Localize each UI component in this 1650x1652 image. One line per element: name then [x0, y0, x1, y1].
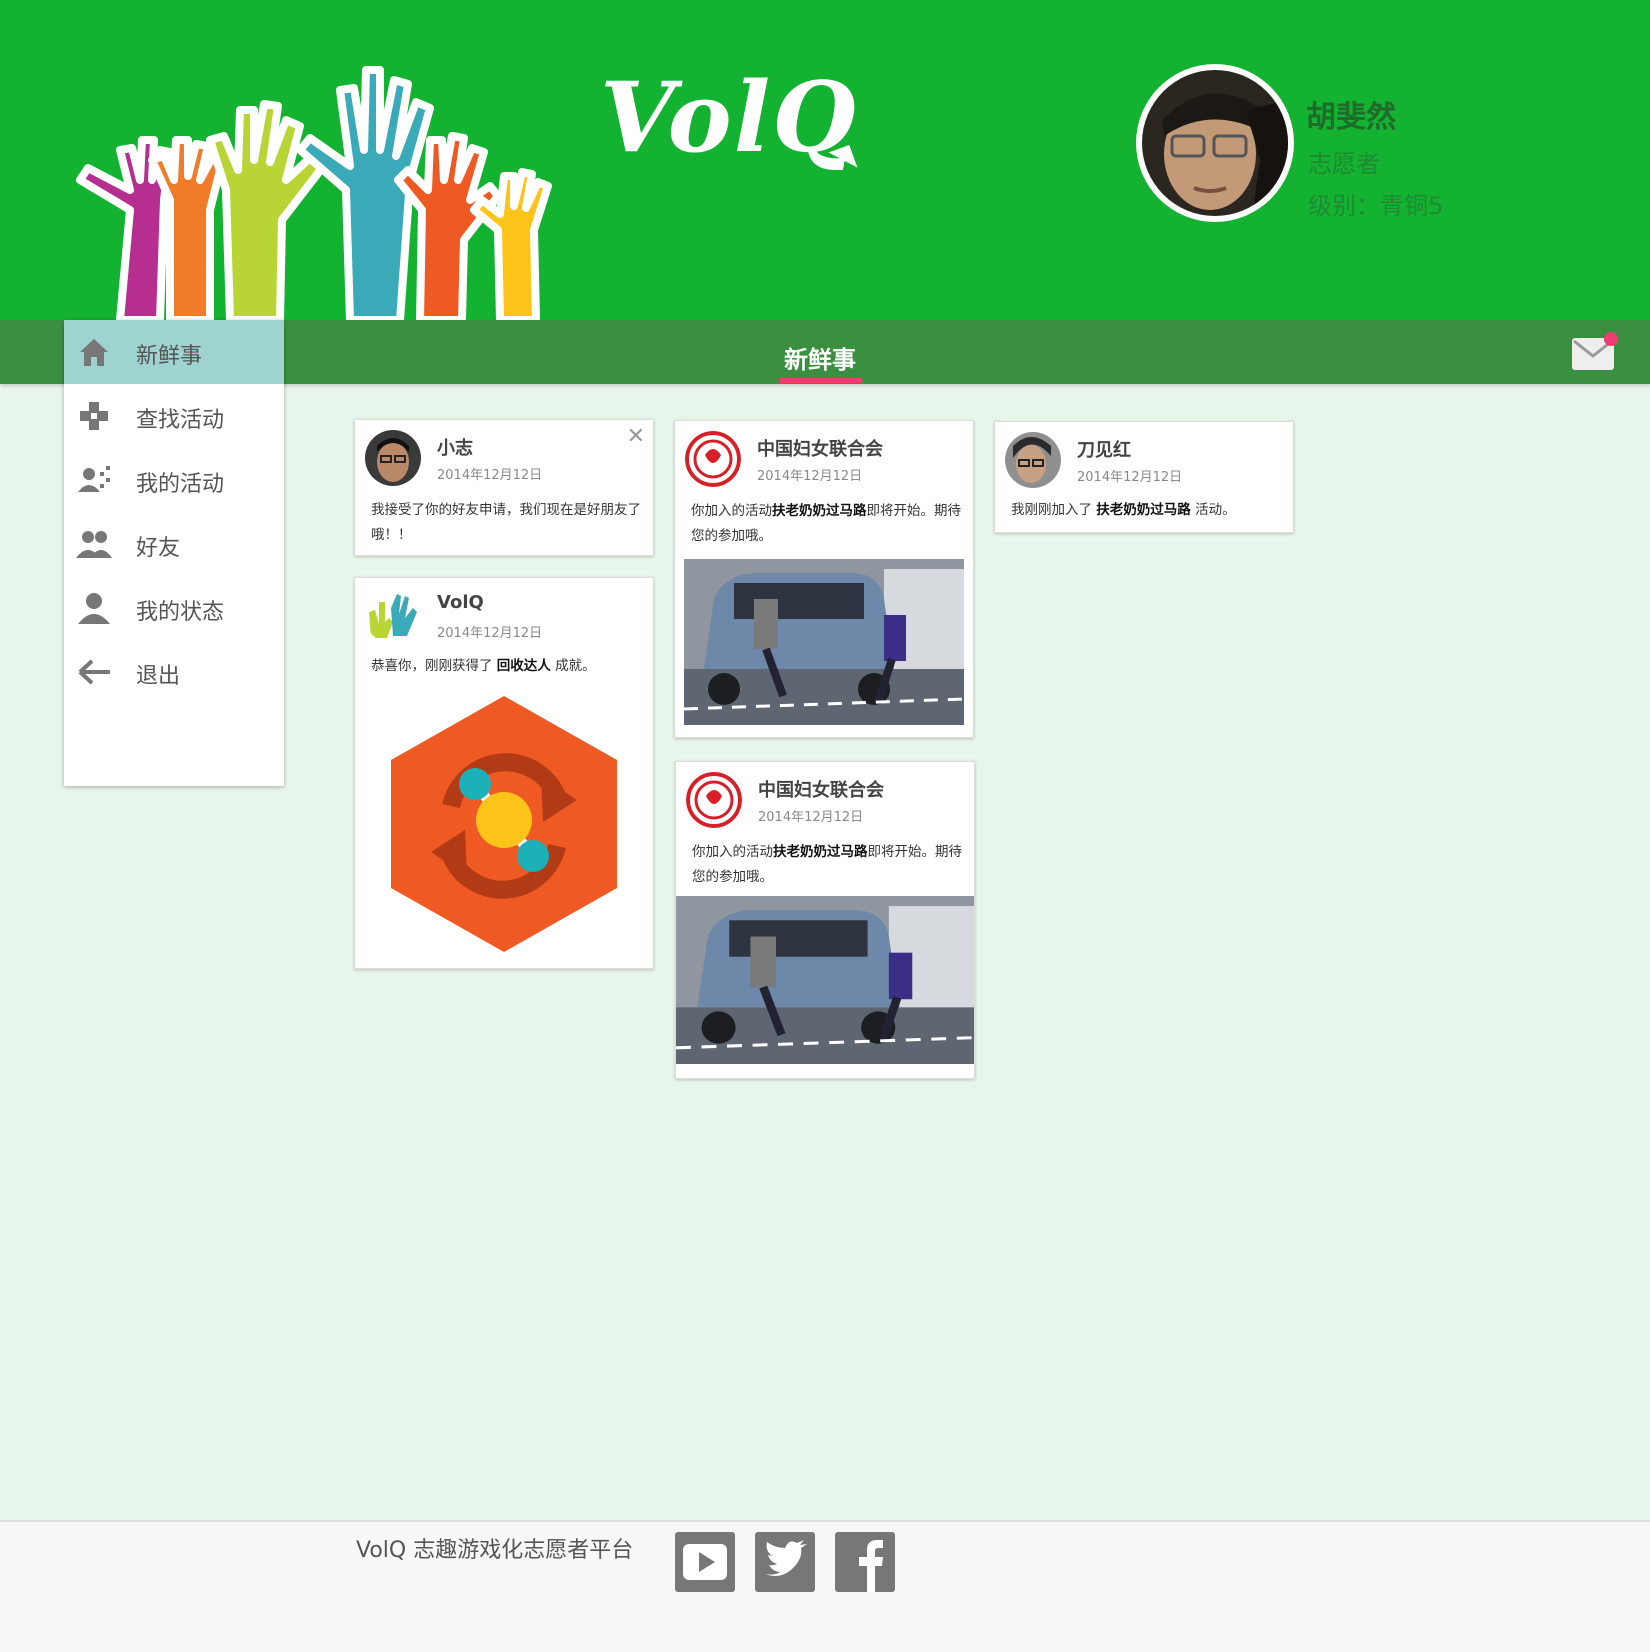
sidebar-item-label: 好友 — [136, 536, 181, 561]
avatar-photo — [1142, 70, 1288, 216]
card-date: 2014年12月12日 — [437, 468, 543, 483]
card-message: 你加入的活动扶老奶奶过马路即将开始。期待您的参加哦。 — [692, 844, 962, 885]
card-author[interactable]: VolQ — [437, 592, 484, 613]
card-date: 2014年12月12日 — [437, 626, 543, 641]
card-message: 我接受了你的好友申请，我们现在是好朋友了哦！！ — [371, 502, 641, 543]
person-icon — [78, 593, 110, 624]
avatar[interactable] — [1005, 432, 1061, 488]
sidebar-item-label: 查找活动 — [136, 408, 225, 433]
footer-tagline: VolQ 志趣游戏化志愿者平台 — [356, 1538, 634, 1563]
friends-icon — [76, 531, 112, 558]
feed-card[interactable]: 中国妇女联合会 2014年12月12日 你加入的活动扶老奶奶过马路即将开始。期待… — [675, 761, 975, 1079]
card-date: 2014年12月12日 — [1077, 470, 1183, 485]
feed-card[interactable]: 小志 2014年12月12日 ✕ 我接受了你的好友申请，我们现在是好朋友了哦！！ — [354, 419, 654, 556]
nav-title: 新鲜事 — [784, 346, 856, 374]
avatar[interactable] — [365, 588, 421, 644]
youtube-icon[interactable] — [675, 1532, 735, 1592]
card-message: 你加入的活动扶老奶奶过马路即将开始。期待您的参加哦。 — [691, 503, 961, 544]
sidebar-item-label: 新鲜事 — [136, 344, 203, 369]
sidebar-item-news[interactable]: 新鲜事 — [64, 320, 284, 384]
achievement-link[interactable]: 回收达人 — [497, 658, 551, 674]
sidebar-item-my-activities[interactable]: 我的活动 — [64, 448, 284, 512]
card-author[interactable]: 中国妇女联合会 — [758, 776, 884, 802]
card-date: 2014年12月12日 — [757, 469, 863, 484]
sidebar-item-friends[interactable]: 好友 — [64, 512, 284, 576]
twitter-icon[interactable] — [755, 1532, 815, 1592]
arrow-left-icon — [78, 659, 110, 685]
avatar[interactable] — [365, 430, 421, 486]
volq-logo[interactable]: VolQ — [600, 70, 858, 166]
user-role: 志愿者 — [1308, 150, 1380, 178]
header-banner: VolQ 胡斐然 志愿者 级别：青铜5 — [0, 0, 1650, 320]
activity-link[interactable]: 扶老奶奶过马路 — [772, 503, 867, 519]
activity-photo[interactable] — [676, 896, 974, 1064]
user-name[interactable]: 胡斐然 — [1306, 92, 1396, 136]
sidebar-item-find-activities[interactable]: 查找活动 — [64, 384, 284, 448]
card-author[interactable]: 中国妇女联合会 — [757, 435, 883, 461]
card-author[interactable]: 刀见红 — [1077, 436, 1131, 462]
activity-photo[interactable] — [684, 559, 964, 725]
card-message: 恭喜你，刚刚获得了 回收达人 成就。 — [371, 658, 596, 674]
feed-card[interactable]: 刀见红 2014年12月12日 我刚刚加入了 扶老奶奶过马路 活动。 — [994, 421, 1294, 533]
sidebar-item-logout[interactable]: 退出 — [64, 640, 284, 704]
recycle-badge-icon[interactable] — [391, 696, 617, 952]
sidebar-item-my-status[interactable]: 我的状态 — [64, 576, 284, 640]
sidebar-item-label: 我的活动 — [136, 472, 225, 497]
home-icon — [80, 339, 108, 366]
nav-active-indicator — [780, 378, 862, 383]
footer — [0, 1520, 1650, 1652]
close-icon[interactable]: ✕ — [627, 424, 645, 449]
avatar[interactable] — [686, 772, 742, 828]
activity-link[interactable]: 扶老奶奶过马路 — [773, 844, 868, 860]
card-date: 2014年12月12日 — [758, 810, 864, 825]
card-message: 我刚刚加入了 扶老奶奶过马路 活动。 — [1011, 502, 1236, 518]
sidebar-item-label: 我的状态 — [136, 600, 225, 625]
raised-hands-illustration — [76, 66, 552, 320]
sidebar: 新鲜事 查找活动 我的活动 好友 我的状态 退出 — [64, 320, 284, 786]
activity-link[interactable]: 扶老奶奶过马路 — [1096, 502, 1191, 518]
card-author[interactable]: 小志 — [437, 434, 473, 460]
feed-card[interactable]: VolQ 2014年12月12日 恭喜你，刚刚获得了 回收达人 成就。 — [354, 577, 654, 969]
facebook-icon[interactable] — [835, 1532, 895, 1592]
feed-card[interactable]: 中国妇女联合会 2014年12月12日 你加入的活动扶老奶奶过马路即将开始。期待… — [674, 420, 974, 738]
user-level: 级别：青铜5 — [1308, 192, 1444, 220]
group-activity-icon — [78, 466, 110, 492]
sidebar-item-label: 退出 — [136, 664, 181, 689]
gamepad-icon — [80, 402, 108, 430]
user-avatar[interactable] — [1136, 64, 1294, 222]
avatar[interactable] — [685, 431, 741, 487]
notification-dot — [1604, 332, 1618, 346]
